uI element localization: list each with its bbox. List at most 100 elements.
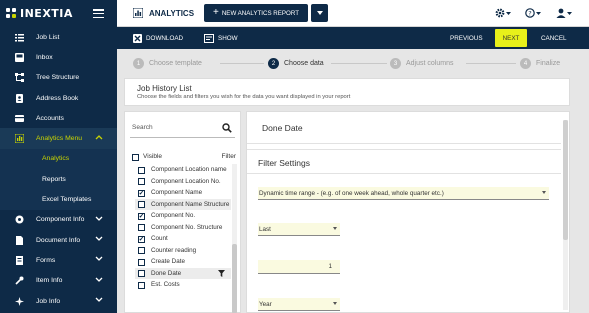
- field-row[interactable]: Est. Costs: [135, 279, 231, 291]
- time-range-select[interactable]: Dynamic time range - (e.g. of one week a…: [258, 187, 549, 200]
- field-list: Component Location name Component Locatio…: [135, 164, 231, 313]
- sidebar-item-label: Reports: [42, 175, 66, 183]
- logo-icon: [6, 8, 17, 19]
- field-row[interactable]: Component Name Structure: [135, 198, 231, 210]
- chevron-up-icon: [95, 134, 103, 142]
- caret-down-icon: [333, 227, 337, 230]
- visible-column-header: Visible: [143, 153, 163, 160]
- field-visible-checkbox[interactable]: [138, 281, 145, 289]
- field-visible-checkbox[interactable]: [138, 247, 145, 254]
- field-visible-checkbox[interactable]: [138, 212, 145, 220]
- field-visible-checkbox[interactable]: [138, 258, 145, 266]
- filter-column-header: Filter: [221, 153, 236, 160]
- field-row[interactable]: Create Date: [135, 256, 231, 268]
- amount-input[interactable]: 1: [258, 260, 340, 274]
- detail-scrollbar[interactable]: [563, 120, 568, 310]
- field-row[interactable]: Component Location name: [135, 164, 231, 176]
- download-button[interactable]: DOWNLOAD: [133, 27, 183, 49]
- previous-button[interactable]: PREVIOUS: [450, 27, 483, 49]
- settings-button[interactable]: [495, 7, 511, 19]
- field-list-scrollbar[interactable]: [232, 164, 237, 313]
- chevron-down-icon: [95, 277, 103, 285]
- sidebar-subitem-reports[interactable]: Reports: [0, 169, 117, 190]
- caret-down-icon: [506, 11, 511, 15]
- step-choose-data[interactable]: 2 Choose data: [268, 58, 324, 69]
- sidebar-item-accounts[interactable]: Accounts: [0, 108, 117, 128]
- direction-select[interactable]: Last: [258, 223, 340, 236]
- help-icon: ?: [525, 8, 535, 18]
- field-visible-checkbox[interactable]: [138, 224, 145, 231]
- step-label: Adjust columns: [406, 60, 454, 67]
- sidebar-nav: Job List Inbox Tree Structure Address Bo…: [0, 27, 117, 311]
- sidebar-item-address-book[interactable]: Address Book: [0, 88, 117, 108]
- search-input[interactable]: [132, 124, 212, 131]
- field-row[interactable]: Component Name: [135, 187, 231, 199]
- field-visible-checkbox[interactable]: [138, 235, 145, 243]
- field-label: Component Location name: [151, 166, 227, 173]
- select-all-checkbox[interactable]: [132, 154, 139, 161]
- report-dropdown-button[interactable]: [311, 4, 328, 22]
- sidebar-item-job-list[interactable]: Job List: [0, 27, 117, 47]
- address-book-icon: [14, 93, 24, 103]
- field-visible-checkbox[interactable]: [138, 189, 145, 197]
- field-search: [130, 120, 235, 138]
- field-row[interactable]: Component Location No.: [135, 176, 231, 188]
- sidebar-item-inbox[interactable]: Inbox: [0, 47, 117, 67]
- step-finalize[interactable]: 4 Finalize: [520, 58, 560, 69]
- field-visible-checkbox[interactable]: [138, 270, 145, 277]
- new-analytics-report-button[interactable]: + NEW ANALYTICS REPORT: [204, 4, 308, 22]
- field-label: Count: [151, 235, 168, 242]
- sidebar-item-job-info[interactable]: Job Info: [0, 291, 117, 311]
- field-row[interactable]: Counter reading: [135, 245, 231, 257]
- wizard-steps: 1 Choose template 2 Choose data 3 Adjust…: [117, 54, 589, 76]
- menu-toggle-icon[interactable]: [93, 9, 104, 19]
- field-visible-checkbox[interactable]: [138, 166, 145, 174]
- caret-down-icon: [333, 302, 337, 305]
- action-bar: DOWNLOAD SHOW PREVIOUS NEXT CANCEL: [117, 27, 589, 49]
- help-button[interactable]: ?: [525, 7, 541, 19]
- step-number: 4: [520, 58, 531, 69]
- filter-settings-header: Filter Settings: [247, 149, 561, 174]
- field-visible-checkbox[interactable]: [138, 201, 145, 208]
- sidebar-item-item-info[interactable]: Item Info: [0, 271, 117, 291]
- sidebar-item-tree-structure[interactable]: Tree Structure: [0, 68, 117, 88]
- cancel-button[interactable]: CANCEL: [541, 27, 567, 49]
- sidebar-item-label: Analytics: [42, 155, 70, 163]
- step-number: 1: [133, 58, 144, 69]
- filter-funnel-icon[interactable]: [218, 269, 225, 279]
- field-row[interactable]: Component No. Structure: [135, 222, 231, 234]
- wrench-icon: [14, 276, 24, 286]
- next-button[interactable]: NEXT: [495, 29, 527, 47]
- field-label: Component No. Structure: [151, 223, 223, 231]
- sidebar-item-label: Address Book: [36, 94, 79, 102]
- sidebar-item-analytics-menu[interactable]: Analytics Menu: [0, 128, 117, 149]
- sidebar-item-label: Item Info: [36, 277, 63, 285]
- search-icon[interactable]: [222, 123, 232, 135]
- show-button[interactable]: SHOW: [204, 27, 238, 49]
- caret-down-icon: [536, 11, 541, 15]
- field-visible-checkbox[interactable]: [138, 178, 145, 185]
- scrollbar-thumb[interactable]: [563, 120, 568, 240]
- unit-value: Year: [259, 300, 272, 308]
- sidebar-item-document-info[interactable]: Document Info: [0, 230, 117, 250]
- user-menu-button[interactable]: [556, 7, 572, 19]
- excel-icon: [133, 33, 142, 43]
- step-adjust-columns[interactable]: 3 Adjust columns: [390, 58, 453, 69]
- sidebar-subitem-excel-templates[interactable]: Excel Templates: [0, 189, 117, 210]
- sidebar-subitem-analytics[interactable]: Analytics: [0, 148, 117, 170]
- sidebar-item-component-info[interactable]: Component Info: [0, 210, 117, 230]
- field-row[interactable]: Component No.: [135, 210, 231, 222]
- scrollbar-thumb[interactable]: [232, 244, 237, 313]
- field-row[interactable]: Count: [135, 233, 231, 245]
- chevron-down-icon: [95, 297, 103, 305]
- sidebar-item-label: Job Info: [36, 297, 61, 305]
- previous-label: PREVIOUS: [450, 34, 483, 42]
- step-choose-template[interactable]: 1 Choose template: [133, 58, 202, 69]
- field-row[interactable]: Done Date: [135, 267, 231, 279]
- accounts-icon: [14, 113, 24, 123]
- unit-select[interactable]: Year: [258, 298, 340, 311]
- next-label: NEXT: [502, 34, 520, 42]
- caret-down-icon: [316, 11, 323, 15]
- sidebar-item-forms[interactable]: Forms: [0, 250, 117, 270]
- direction-value: Last: [259, 225, 271, 233]
